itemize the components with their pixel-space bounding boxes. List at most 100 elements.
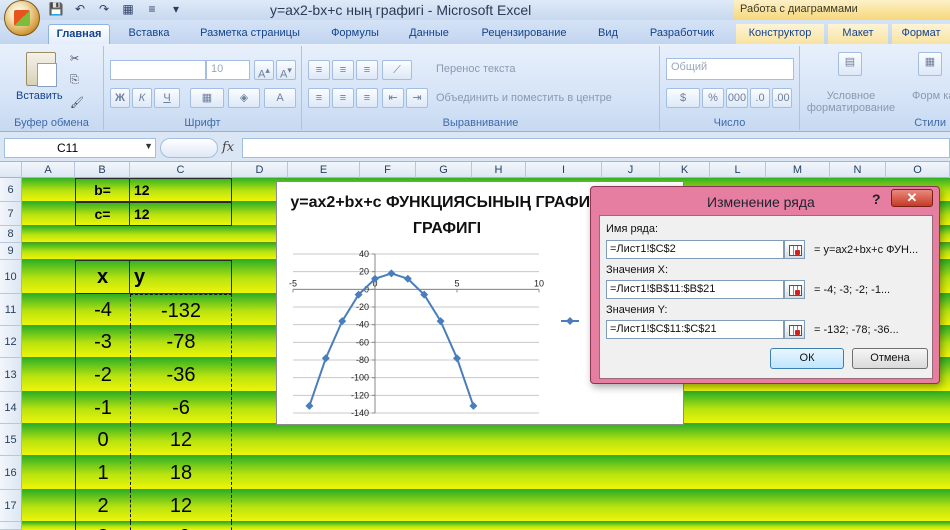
row-header[interactable]: 8 (0, 226, 22, 243)
italic-icon[interactable]: К (132, 88, 152, 108)
tab-page-layout[interactable]: Разметка страницы (192, 24, 308, 44)
row-header[interactable]: 9 (0, 243, 22, 260)
cell-c12[interactable]: -78 (130, 326, 232, 358)
borders-icon[interactable]: ▦ (190, 88, 224, 108)
column-header[interactable]: F (360, 162, 416, 178)
tab-review[interactable]: Рецензирование (470, 24, 578, 44)
row-header[interactable]: 6 (0, 178, 22, 202)
align-icon[interactable]: ≡ (144, 2, 160, 16)
series-name-input[interactable]: =Лист1!$C$2 (606, 240, 784, 259)
insert-function-icon[interactable]: fx (222, 140, 234, 155)
decrease-decimal-icon[interactable]: .00 (772, 88, 792, 108)
tab-formulas[interactable]: Формулы (322, 24, 388, 44)
redo-icon[interactable]: ↷ (96, 2, 112, 16)
tab-insert[interactable]: Вставка (120, 24, 178, 44)
number-format-select[interactable]: Общий (666, 58, 794, 80)
column-header[interactable]: I (526, 162, 602, 178)
cell-b16[interactable]: 1 (75, 456, 130, 490)
align-center-icon[interactable]: ≡ (332, 88, 354, 108)
row-header[interactable]: 17 (0, 490, 22, 522)
cell-c15[interactable]: 12 (130, 424, 232, 456)
column-header[interactable]: K (660, 162, 710, 178)
conditional-formatting-button[interactable]: Условное форматирование (806, 90, 896, 114)
column-header[interactable]: D (232, 162, 288, 178)
column-header[interactable]: L (710, 162, 766, 178)
formula-input[interactable] (242, 138, 950, 158)
dropdown-icon[interactable]: ▾ (168, 2, 184, 16)
align-bottom-icon[interactable]: ≡ (356, 60, 378, 80)
cell-b12[interactable]: -3 (75, 326, 130, 358)
row-header[interactable]: 15 (0, 424, 22, 456)
cell-c17[interactable]: 12 (130, 490, 232, 522)
percent-icon[interactable]: % (702, 88, 724, 108)
grow-font-icon[interactable]: A▴ (254, 60, 274, 81)
underline-icon[interactable]: Ч (154, 88, 180, 108)
row-header[interactable] (0, 522, 22, 530)
cell-b10[interactable]: x (75, 260, 130, 294)
decrease-indent-icon[interactable]: ⇤ (382, 88, 404, 108)
tab-format[interactable]: Формат (892, 24, 950, 44)
tab-design[interactable]: Конструктор (736, 24, 824, 44)
column-header[interactable]: M (766, 162, 830, 178)
increase-indent-icon[interactable]: ⇥ (406, 88, 428, 108)
cell-c13[interactable]: -36 (130, 358, 232, 392)
row-header[interactable]: 11 (0, 294, 22, 326)
cell-c16[interactable]: 18 (130, 456, 232, 490)
column-header[interactable]: O (886, 162, 950, 178)
cell-c14[interactable]: -6 (130, 392, 232, 424)
ok-button[interactable]: ОК (770, 348, 844, 369)
cell-c18[interactable]: -6 (130, 522, 232, 530)
format-as-table-icon[interactable]: ▦ (918, 52, 942, 76)
row-header[interactable]: 14 (0, 392, 22, 424)
tab-developer[interactable]: Разработчик (640, 24, 724, 44)
column-header[interactable]: J (602, 162, 660, 178)
save-icon[interactable]: 💾 (48, 2, 64, 16)
column-header[interactable]: B (75, 162, 130, 178)
chevron-down-icon[interactable]: ▼ (144, 141, 153, 151)
column-header[interactable]: E (288, 162, 360, 178)
row-header[interactable]: 7 (0, 202, 22, 226)
cell-b6[interactable]: b= (75, 178, 130, 202)
formula-bar-toggle[interactable] (160, 138, 218, 158)
thousands-icon[interactable]: 000 (726, 88, 748, 108)
office-button[interactable] (4, 0, 40, 36)
grid-icon[interactable]: ▦ (120, 2, 136, 16)
paste-icon[interactable] (26, 52, 57, 87)
copy-icon[interactable]: ⎘ (70, 74, 79, 87)
y-values-input[interactable]: =Лист1!$C$11:$C$21 (606, 320, 784, 339)
tab-view[interactable]: Вид (590, 24, 626, 44)
cell-c11[interactable]: -132 (130, 294, 232, 326)
merge-center-button[interactable]: Объединить и поместить в центре (436, 92, 612, 104)
font-name-select[interactable] (110, 60, 206, 80)
tab-layout[interactable]: Макет (828, 24, 888, 44)
row-header[interactable]: 10 (0, 260, 22, 294)
cell-b18[interactable]: 3 (75, 522, 130, 530)
close-button[interactable]: ✕ (891, 189, 933, 207)
font-size-select[interactable]: 10 (206, 60, 250, 80)
tab-home[interactable]: Главная (48, 24, 110, 44)
column-header[interactable]: A (22, 162, 75, 178)
align-right-icon[interactable]: ≡ (356, 88, 378, 108)
paste-button[interactable]: Вставить (16, 90, 63, 102)
format-painter-icon[interactable]: 🖌 (70, 96, 84, 109)
undo-icon[interactable]: ↶ (72, 2, 88, 16)
wrap-text-button[interactable]: Перенос текста (436, 63, 516, 75)
cell-b7[interactable]: c= (75, 202, 130, 226)
row-header[interactable]: 16 (0, 456, 22, 490)
column-header[interactable]: N (830, 162, 886, 178)
select-all-corner[interactable] (0, 162, 22, 178)
column-header[interactable]: H (472, 162, 526, 178)
cell-c6[interactable]: 12 (129, 178, 232, 202)
format-as-table-button[interactable]: Форм как т (912, 90, 950, 102)
row-header[interactable]: 12 (0, 326, 22, 358)
column-header[interactable]: G (416, 162, 472, 178)
align-left-icon[interactable]: ≡ (308, 88, 330, 108)
bold-icon[interactable]: Ж (110, 88, 130, 108)
x-values-input[interactable]: =Лист1!$B$11:$B$21 (606, 280, 784, 299)
cell-c7[interactable]: 12 (129, 202, 232, 226)
cell-b17[interactable]: 2 (75, 490, 130, 522)
help-icon[interactable]: ? (872, 191, 881, 207)
align-middle-icon[interactable]: ≡ (332, 60, 354, 80)
cell-b11[interactable]: -4 (75, 294, 130, 326)
name-box[interactable]: C11 ▼ (4, 138, 156, 158)
